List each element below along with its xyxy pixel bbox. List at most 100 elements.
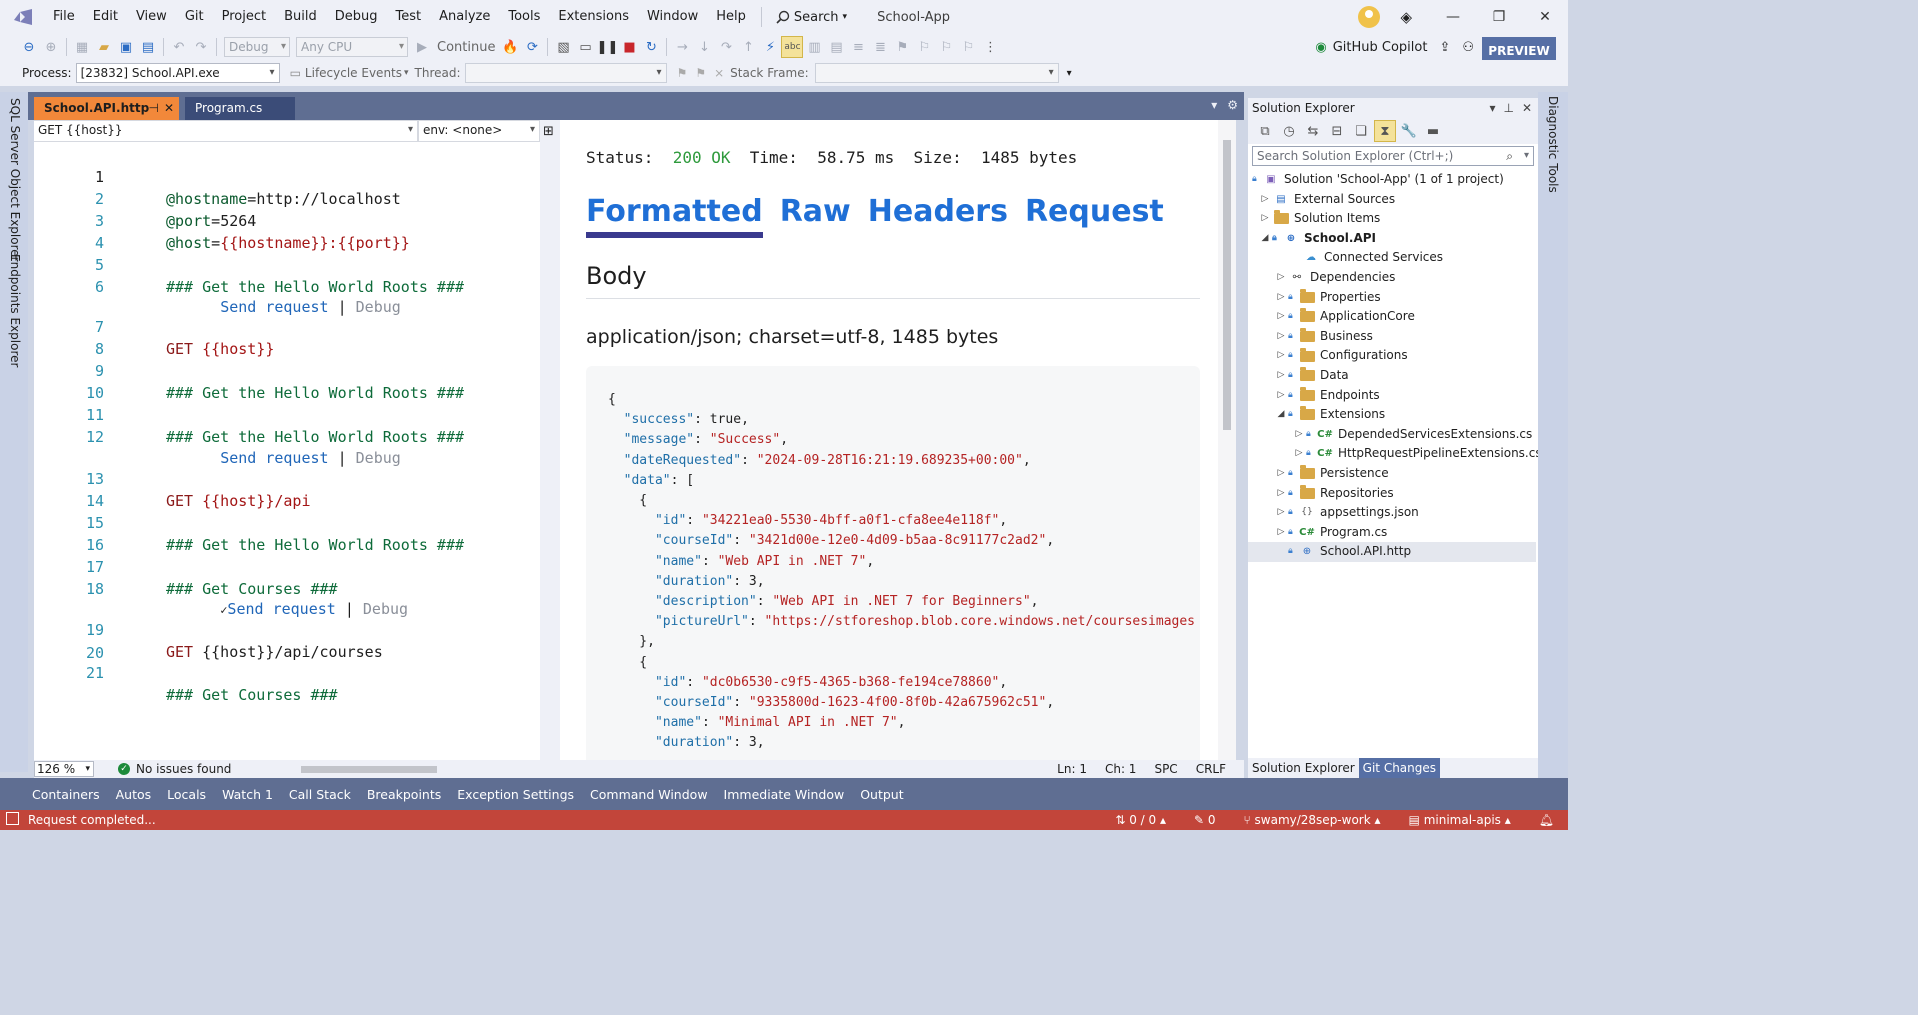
navigate-back-icon[interactable]: ⊖: [18, 36, 40, 58]
solution-platform-select[interactable]: Any CPU: [296, 37, 408, 57]
tree-node-extensions[interactable]: ◢ 🔒︎ Extensions: [1274, 405, 1385, 425]
menu-file[interactable]: File: [44, 5, 84, 29]
send-request-link[interactable]: Send request: [220, 298, 328, 316]
tree-node-persistence[interactable]: ▷ 🔒︎ Persistence: [1274, 464, 1389, 484]
collapse-arrow-icon[interactable]: ◢: [1258, 229, 1272, 249]
tree-node-properties[interactable]: ▷ 🔒︎ Properties: [1274, 288, 1381, 308]
navigate-forward-icon[interactable]: ⊕: [40, 36, 62, 58]
issues-indicator[interactable]: ✓ No issues found: [118, 762, 231, 776]
line-indicator[interactable]: Ln: 1: [1057, 762, 1087, 776]
tree-node-http-request-pipeline-extensions[interactable]: ▷ 🔒︎ C# HttpRequestPipelineExtensions.cs: [1292, 444, 1542, 464]
tab-locals[interactable]: Locals: [159, 787, 214, 802]
solution-explorer-search-input[interactable]: Search Solution Explorer (Ctrl+;) ⌕ ▾: [1252, 146, 1534, 166]
window-position-icon[interactable]: ▾: [1489, 98, 1495, 118]
tab-command-window[interactable]: Command Window: [582, 787, 716, 802]
show-next-statement-icon[interactable]: →: [671, 36, 693, 58]
repository-indicator[interactable]: ▤ minimal-apis ▴: [1409, 813, 1511, 827]
expand-arrow-icon[interactable]: ▷: [1274, 346, 1288, 366]
stack-frame-select[interactable]: [814, 63, 1059, 83]
thread-select[interactable]: [464, 63, 667, 83]
close-icon[interactable]: ✕: [1522, 98, 1532, 118]
menu-analyze[interactable]: Analyze: [430, 5, 499, 29]
tab-git-changes[interactable]: Git Changes: [1358, 758, 1441, 778]
toolbar-overflow-icon[interactable]: ⋮: [979, 36, 1001, 58]
browse-folder-icon[interactable]: ▧: [552, 36, 574, 58]
pin-icon[interactable]: ⊣: [149, 97, 159, 119]
menu-project[interactable]: Project: [213, 5, 275, 29]
close-button[interactable]: ✕: [1522, 0, 1568, 34]
diagnostic-tools-tab[interactable]: Diagnostic Tools: [1546, 96, 1560, 193]
bookmark-icon[interactable]: ⚑: [891, 36, 913, 58]
notifications-bell-icon[interactable]: 🔔︎: [1539, 813, 1554, 827]
menu-test[interactable]: Test: [387, 5, 431, 29]
save-icon[interactable]: ▣: [115, 36, 137, 58]
layout-icon[interactable]: ▭: [574, 36, 596, 58]
tree-node-configurations[interactable]: ▷ 🔒︎ Configurations: [1274, 346, 1408, 366]
toolbar-misc-icon-2[interactable]: ▤: [825, 36, 847, 58]
restart-icon[interactable]: ⟳: [521, 36, 543, 58]
stop-icon[interactable]: ■: [618, 36, 640, 58]
expand-arrow-icon[interactable]: ▷: [1274, 386, 1288, 406]
tree-node-endpoints[interactable]: ▷ 🔒︎ Endpoints: [1274, 386, 1380, 406]
tree-node-program-cs[interactable]: ▷ 🔒︎ C# Program.cs: [1274, 523, 1388, 543]
toolbar-misc-icon-1[interactable]: ▥: [803, 36, 825, 58]
comment-icon[interactable]: ≡: [847, 36, 869, 58]
tab-raw[interactable]: Raw: [780, 192, 851, 238]
expand-arrow-icon[interactable]: ▷: [1274, 327, 1288, 347]
settings-gear-icon[interactable]: ⚙: [1227, 98, 1238, 112]
redo-icon[interactable]: ↷: [190, 36, 212, 58]
undo-icon[interactable]: ↶: [168, 36, 190, 58]
editor-response-splitter[interactable]: ⊞: [540, 120, 560, 760]
sync-active-document-icon[interactable]: ⇆: [1302, 120, 1324, 142]
new-project-icon[interactable]: ▦: [71, 36, 93, 58]
expand-arrow-icon[interactable]: ▷: [1292, 444, 1306, 464]
send-request-link[interactable]: Send request: [220, 449, 328, 467]
tab-breakpoints[interactable]: Breakpoints: [359, 787, 449, 802]
feedback-icon[interactable]: ⚇: [1462, 40, 1474, 55]
expand-arrow-icon[interactable]: ▷: [1292, 425, 1306, 445]
request-select[interactable]: GET {{host}}: [34, 120, 418, 142]
tree-node-dependencies[interactable]: ▷ ⚯ Dependencies: [1274, 268, 1396, 288]
tab-school-api-http[interactable]: School.API.http ⊣ ✕: [34, 97, 179, 120]
environment-select[interactable]: env: <none>: [418, 120, 540, 142]
continue-button[interactable]: Continue: [437, 40, 495, 55]
menu-extensions[interactable]: Extensions: [549, 5, 638, 29]
tree-node-external-sources[interactable]: ▷ ▤ External Sources: [1258, 190, 1396, 210]
uncomment-icon[interactable]: ≣: [869, 36, 891, 58]
share-icon[interactable]: ⇪: [1439, 40, 1450, 55]
tab-exception-settings[interactable]: Exception Settings: [449, 787, 582, 802]
zoom-select[interactable]: 126 %: [34, 761, 94, 777]
filter-icon[interactable]: ⧗: [1374, 120, 1396, 142]
whitespace-indicator[interactable]: SPC: [1154, 762, 1177, 776]
tab-request[interactable]: Request: [1025, 192, 1164, 238]
tree-node-project-school-api[interactable]: ◢ 🔒︎ ⊕ School.API: [1258, 229, 1376, 249]
open-file-icon[interactable]: ▰: [93, 36, 115, 58]
menu-help[interactable]: Help: [707, 5, 755, 29]
step-out-icon[interactable]: ↑: [737, 36, 759, 58]
save-all-icon[interactable]: ▤: [137, 36, 159, 58]
pin-icon[interactable]: ⊥: [1503, 98, 1513, 118]
tab-containers[interactable]: Containers: [24, 787, 108, 802]
split-toggle-icon[interactable]: ⊞: [543, 124, 554, 139]
menu-build[interactable]: Build: [275, 5, 326, 29]
tab-program-cs[interactable]: Program.cs: [185, 97, 295, 120]
solution-configuration-select[interactable]: Debug: [224, 37, 290, 57]
menu-view[interactable]: View: [127, 5, 176, 29]
tab-call-stack[interactable]: Call Stack: [281, 787, 359, 802]
editor-horizontal-scrollbar[interactable]: [267, 763, 507, 775]
preview-selected-icon[interactable]: ▬: [1422, 120, 1444, 142]
expand-arrow-icon[interactable]: ▷: [1274, 366, 1288, 386]
bookmark-prev-icon[interactable]: ⚐: [913, 36, 935, 58]
expand-arrow-icon[interactable]: ▷: [1274, 288, 1288, 308]
process-select[interactable]: [23832] School.API.exe: [75, 63, 280, 83]
hot-reload-icon[interactable]: 🔥: [499, 36, 521, 58]
branch-indicator[interactable]: ⑂ swamy/28sep-work ▴: [1244, 813, 1381, 827]
debug-link[interactable]: Debug: [356, 449, 401, 467]
collapse-all-icon[interactable]: ⊟: [1326, 120, 1348, 142]
tab-headers[interactable]: Headers: [868, 192, 1008, 238]
step-over-icon[interactable]: ↷: [715, 36, 737, 58]
toolbar-overflow-icon[interactable]: ▾: [1067, 68, 1072, 79]
expand-arrow-icon[interactable]: ▷: [1274, 503, 1288, 523]
flag-all-icon[interactable]: ⚑: [695, 66, 706, 80]
sql-server-object-explorer-tab[interactable]: SQL Server Object Explorer: [8, 98, 22, 262]
